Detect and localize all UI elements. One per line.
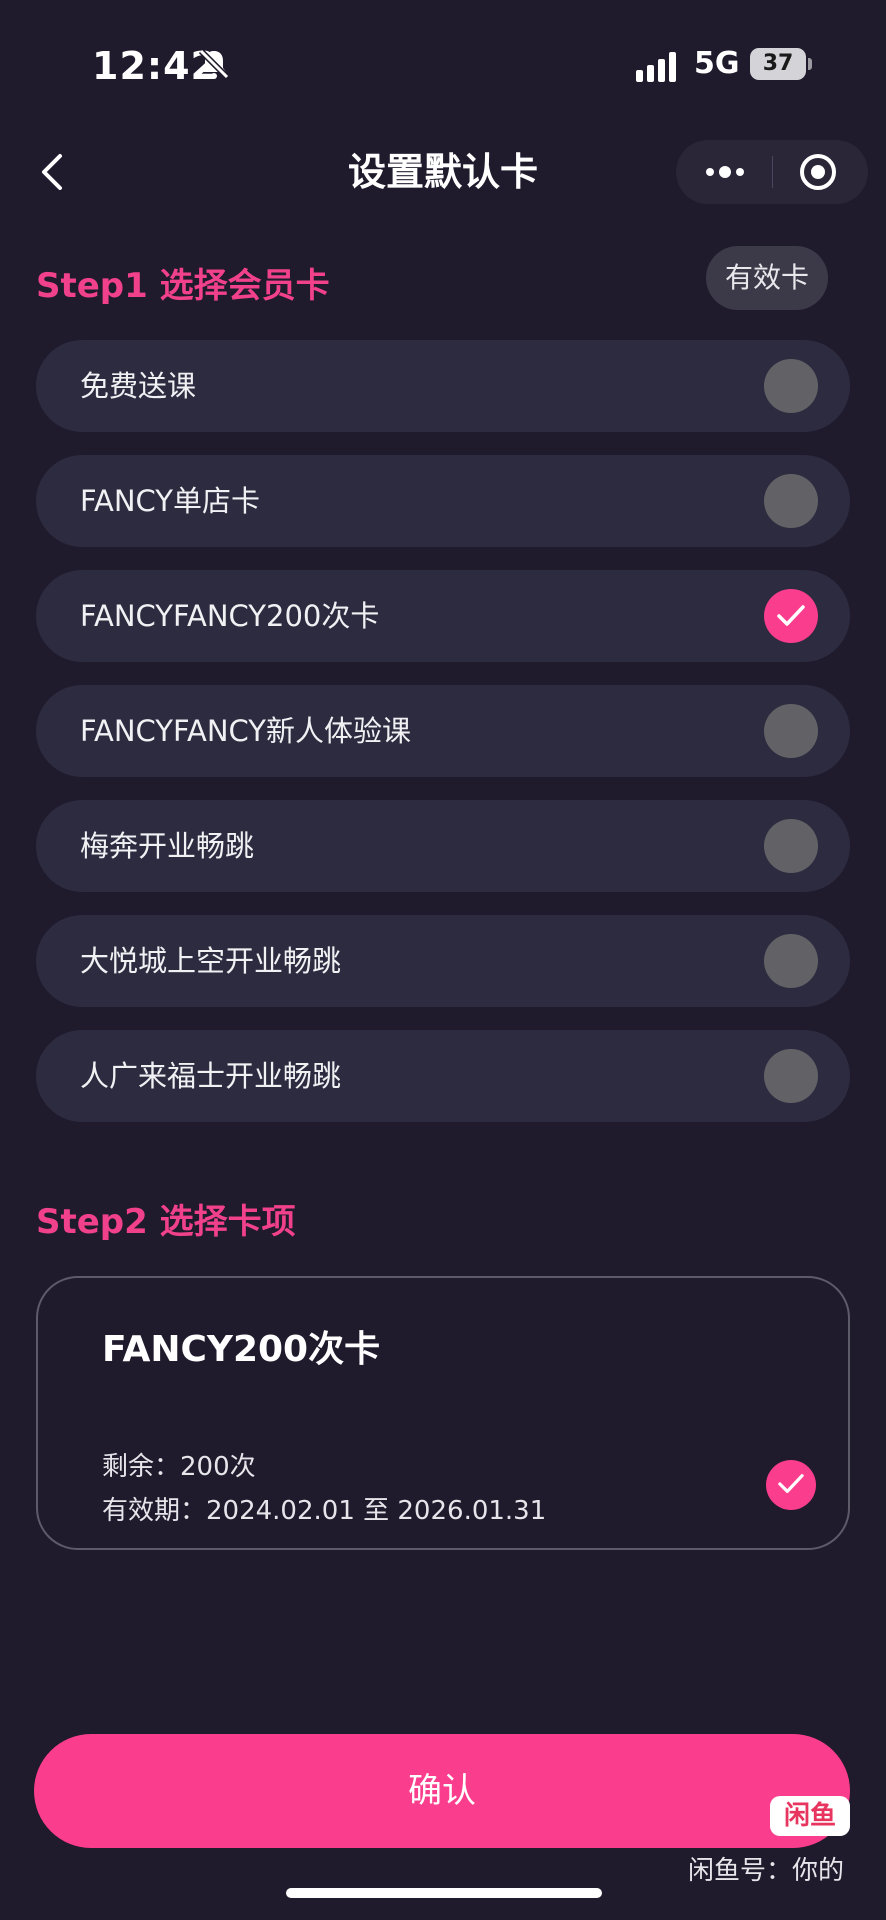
card-validity: 有效期：2024.02.01 至 2026.01.31 (102, 1496, 547, 1526)
watermark-text: 闲鱼号：你的 (688, 1856, 845, 1886)
confirm-button[interactable]: 确认 (34, 1734, 850, 1848)
card-item-label: FANCYFANCY200次卡 (80, 599, 380, 633)
card-list: 免费送课 FANCY单店卡 FANCYFANCY200次卡 FANCYFANCY… (36, 340, 850, 1145)
card-detail-option[interactable]: FANCY200次卡 剩余：200次 有效期：2024.02.01 至 2026… (36, 1276, 850, 1550)
valid-cards-button[interactable]: 有效卡 (706, 246, 828, 310)
card-item-label: 大悦城上空开业畅跳 (80, 944, 342, 978)
radio-checked-icon[interactable] (766, 1460, 816, 1510)
miniapp-capsule (676, 140, 868, 204)
radio-checked-icon[interactable] (764, 589, 818, 643)
card-item-label: 免费送课 (80, 369, 197, 403)
battery-icon: 37 (750, 48, 806, 80)
radio-unchecked-icon[interactable] (764, 819, 818, 873)
watermark-logo: 闲鱼 (770, 1796, 850, 1836)
network-type: 5G (694, 46, 740, 81)
checkmark-icon (778, 1474, 804, 1493)
more-icon[interactable] (700, 156, 750, 188)
card-item[interactable]: 免费送课 (36, 340, 850, 432)
checkmark-icon (777, 605, 805, 626)
card-item-label: 人广来福士开业畅跳 (80, 1059, 342, 1093)
status-bar: 12:42 5G 37 (0, 0, 886, 130)
card-item[interactable]: FANCYFANCY新人体验课 (36, 685, 850, 777)
radio-unchecked-icon[interactable] (764, 934, 818, 988)
card-item[interactable]: 大悦城上空开业畅跳 (36, 915, 850, 1007)
card-item[interactable]: FANCY单店卡 (36, 455, 850, 547)
radio-unchecked-icon[interactable] (764, 704, 818, 758)
radio-unchecked-icon[interactable] (764, 474, 818, 528)
battery-tip (808, 58, 812, 70)
card-item-label: FANCYFANCY新人体验课 (80, 714, 412, 748)
card-item[interactable]: 人广来福士开业畅跳 (36, 1030, 850, 1122)
card-item[interactable]: FANCYFANCY200次卡 (36, 570, 850, 662)
radio-unchecked-icon[interactable] (764, 1049, 818, 1103)
card-item[interactable]: 梅奔开业畅跳 (36, 800, 850, 892)
card-detail-name: FANCY200次卡 (102, 1329, 381, 1370)
card-remaining: 剩余：200次 (102, 1452, 256, 1482)
card-item-label: 梅奔开业畅跳 (80, 829, 255, 863)
card-item-label: FANCY单店卡 (80, 484, 261, 518)
step1-title: Step1 选择会员卡 (36, 266, 330, 306)
signal-icon (636, 52, 676, 82)
capsule-divider (772, 156, 773, 188)
close-target-icon[interactable] (798, 152, 838, 192)
radio-unchecked-icon[interactable] (764, 359, 818, 413)
step2-title: Step2 选择卡项 (36, 1202, 296, 1242)
bell-muted-icon (198, 48, 230, 80)
home-indicator (286, 1888, 602, 1898)
